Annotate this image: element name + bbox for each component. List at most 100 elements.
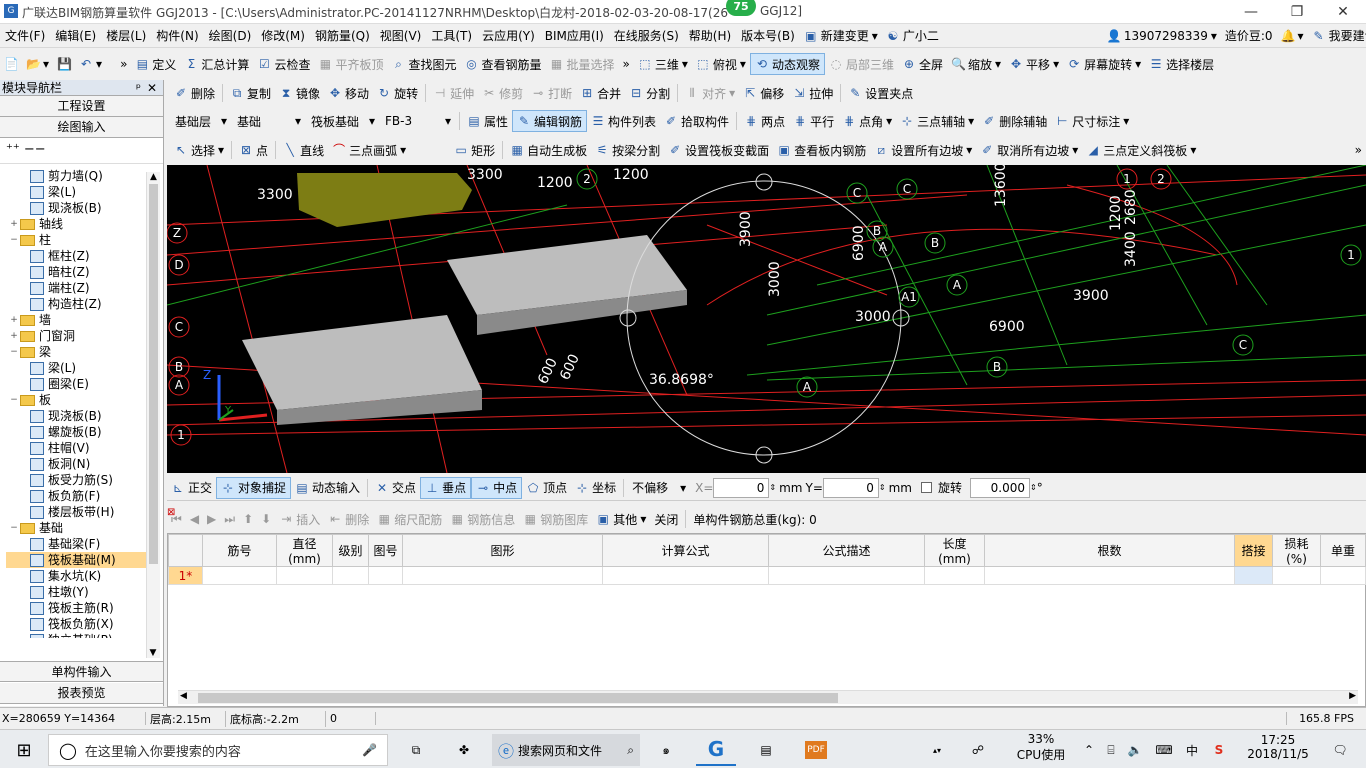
rotate-spinner-icon[interactable]: ⇕ (1030, 483, 1037, 492)
column-header[interactable]: 单重 (1320, 534, 1366, 567)
scroll-up-icon[interactable]: ▲ (147, 172, 160, 182)
table-cell[interactable] (1320, 566, 1366, 585)
notification-badge[interactable]: 75 (726, 0, 756, 16)
menu-item[interactable]: 编辑(E) (50, 24, 101, 48)
table-cell[interactable] (368, 566, 403, 585)
sogou-ime-button[interactable]: S (1206, 734, 1232, 766)
axis-bubble[interactable]: D (168, 254, 190, 276)
grid-close-button[interactable]: 关闭 (650, 508, 682, 530)
merge-button[interactable]: ⊞ 合并 (576, 82, 625, 104)
tree-item[interactable]: 螺旋板(B) (6, 424, 152, 440)
tree-item[interactable]: 柱帽(V) (6, 440, 152, 456)
menu-item[interactable]: 钢筋量(Q) (310, 24, 375, 48)
axis-bubble[interactable]: 2 (576, 168, 598, 190)
axis-bubble[interactable]: C (846, 182, 868, 204)
snap-button[interactable]: ⊹ 对象捕捉 (216, 476, 292, 499)
move-up-button[interactable]: ⬆ (239, 508, 257, 530)
axis-bubble[interactable]: 1 (1340, 244, 1362, 266)
tree-item[interactable]: 现浇板(B) (6, 408, 152, 424)
menu-item[interactable]: 在线服务(S) (609, 24, 684, 48)
axis-bubble[interactable]: B (924, 232, 946, 254)
dimension-button[interactable]: ⊢ 尺寸标注 ▾ (1051, 110, 1133, 132)
table-cell[interactable] (768, 566, 925, 585)
tree-item[interactable]: 梁(L) (6, 184, 152, 200)
set-all-edges-button[interactable]: ⧄ 设置所有边坡 ▾ (870, 139, 976, 161)
define-button[interactable]: ▤ 定义 (131, 53, 180, 75)
local3d-button[interactable]: ◌ 局部三维 (825, 53, 898, 75)
tree-item[interactable]: 基础梁(F) (6, 536, 152, 552)
zoom-button[interactable]: 🔍 缩放 ▾ (947, 53, 1005, 75)
tree-item[interactable]: + 墙 (6, 312, 152, 328)
axis-bubble[interactable]: Z (167, 222, 188, 244)
view-rebar-button[interactable]: ◎ 查看钢筋量 (460, 53, 545, 75)
vertex-button[interactable]: ⬠ 顶点 (522, 477, 571, 499)
grid-scroll-thumb[interactable] (198, 693, 838, 703)
insert-button[interactable]: ⇥ 插入 (275, 508, 324, 530)
menu-item[interactable]: 修改(M) (256, 24, 310, 48)
column-header[interactable]: 根数 (984, 534, 1235, 567)
single-input-button[interactable]: 单构件输入 (0, 661, 163, 682)
set-grip-button[interactable]: ✎ 设置夹点 (844, 82, 917, 104)
column-header[interactable]: 直径(mm) (276, 534, 333, 567)
flush-slab-button[interactable]: ▦ 平齐板顶 (314, 53, 387, 75)
new-button[interactable]: 📄 (0, 53, 22, 75)
tree-item[interactable]: 楼层板带(H) (6, 504, 152, 520)
scroll-down-icon[interactable]: ▼ (147, 648, 159, 658)
delete-aux-button[interactable]: ✐ 删除辅轴 (978, 110, 1051, 132)
last-record-button[interactable]: ⏭ (220, 508, 239, 530)
align-button[interactable]: ⫴ 对齐 ▾ (681, 82, 739, 104)
column-header[interactable]: 图形 (402, 534, 603, 567)
coord-button[interactable]: ⊹ 坐标 (571, 477, 620, 499)
more-icon[interactable]: » (1351, 139, 1366, 161)
column-header[interactable]: 图号 (368, 534, 403, 567)
mid-button[interactable]: ⊸ 中点 (471, 476, 523, 499)
tree-item[interactable]: 板洞(N) (6, 456, 152, 472)
scroll-thumb[interactable] (149, 184, 158, 564)
tree-item[interactable]: + 门窗洞 (6, 328, 152, 344)
stretch-button[interactable]: ⇲ 拉伸 (788, 82, 837, 104)
panel-close-icon[interactable]: ✕ (147, 80, 157, 96)
axis-bubble[interactable]: C (896, 178, 918, 200)
rotate-button[interactable]: ↻ 旋转 (373, 82, 422, 104)
scroll-left-icon[interactable]: ◀ (180, 691, 187, 701)
pick-button[interactable]: ✐ 拾取构件 (660, 110, 733, 132)
bell-button[interactable]: 🔔 ▾ (1277, 25, 1308, 47)
edit-rebar-button[interactable]: ✎ 编辑钢筋 (512, 110, 588, 132)
project-settings-button[interactable]: 工程设置 (0, 96, 163, 117)
tree-item[interactable]: 板负筋(F) (6, 488, 152, 504)
menu-item[interactable]: 云应用(Y) (477, 24, 540, 48)
restore-button[interactable]: ❐ (1274, 0, 1320, 24)
more-icon[interactable]: » (116, 53, 131, 75)
column-header[interactable] (168, 534, 203, 567)
tree-item[interactable]: 柱墩(Y) (6, 584, 152, 600)
column-header[interactable]: 搭接 (1234, 534, 1273, 567)
axis-bubble[interactable]: A (168, 374, 190, 396)
move-button[interactable]: ✥ 移动 (324, 82, 373, 104)
tree-item[interactable]: 构造柱(Z) (6, 296, 152, 312)
glodon-app-button[interactable]: G (696, 734, 736, 766)
grid-hscrollbar[interactable]: ◀ ▶ (178, 690, 1358, 704)
set-raft-var-button[interactable]: ✐ 设置筏板变截面 (664, 139, 773, 161)
axis-bubble[interactable]: B (168, 356, 190, 378)
table-cell[interactable] (602, 566, 769, 585)
axis-bubble[interactable]: C (1232, 334, 1254, 356)
files-app-button[interactable]: ▤ (746, 734, 786, 766)
column-header[interactable]: 损耗(%) (1272, 534, 1321, 567)
action-center-button[interactable]: 🗨 (1320, 734, 1360, 766)
expand-toggle-icon[interactable]: + (8, 216, 20, 232)
axis-bubble[interactable]: A1 (898, 286, 920, 308)
table-row[interactable]: 1* (168, 566, 1366, 585)
tree-item[interactable]: 圈梁(E) (6, 376, 152, 392)
floor-select[interactable]: 基础层 ▾ (172, 111, 230, 131)
column-header[interactable]: 长度(mm) (924, 534, 985, 567)
tree-item[interactable]: 框柱(Z) (6, 248, 152, 264)
view-inner-rebar-button[interactable]: ▣ 查看板内钢筋 (773, 139, 870, 161)
people-button[interactable]: ☍ (958, 734, 998, 766)
taskbar-search-box[interactable]: ◯ 在这里输入你要搜索的内容 🎤 (48, 734, 388, 766)
three-point-slope-button[interactable]: ◢ 三点定义斜筏板 ▾ (1082, 139, 1200, 161)
view3d-button[interactable]: ⬚ 三维 ▾ (634, 53, 692, 75)
expand-all-icon[interactable]: ⁺⁺ (6, 142, 20, 157)
rotate-checkbox[interactable] (920, 482, 932, 493)
axis-bubble[interactable]: A (946, 274, 968, 296)
tree-item[interactable]: 现浇板(B) (6, 200, 152, 216)
